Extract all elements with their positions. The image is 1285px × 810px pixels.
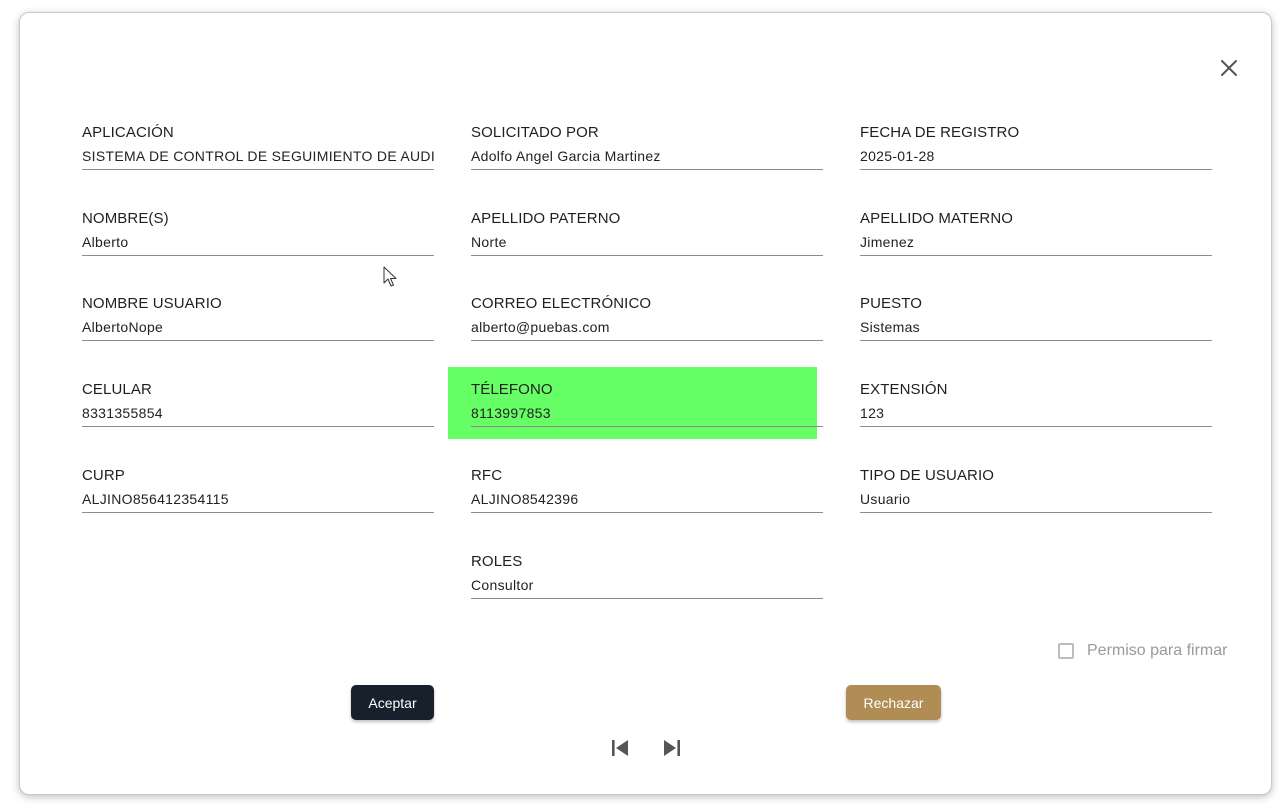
solicitado-por-field[interactable]: SOLICITADO POR Adolfo Angel Garcia Marti… (471, 124, 823, 170)
puesto-value: Sistemas (860, 319, 920, 335)
extension-value: 123 (860, 405, 885, 421)
rfc-value: ALJINO8542396 (471, 491, 579, 507)
user-request-dialog: APLICACIÓN SISTEMA DE CONTROL DE SEGUIMI… (19, 12, 1272, 795)
fecha-registro-label: FECHA DE REGISTRO (860, 124, 1020, 141)
curp-label: CURP (82, 467, 125, 484)
nombre-usuario-label: NOMBRE USUARIO (82, 295, 222, 312)
permiso-firmar-control[interactable]: Permiso para firmar (1058, 641, 1227, 661)
tipo-usuario-value: Usuario (860, 491, 911, 507)
celular-label: CELULAR (82, 381, 152, 398)
curp-value: ALJINO856412354115 (82, 491, 229, 507)
puesto-label: PUESTO (860, 295, 923, 312)
skip-previous-icon[interactable] (608, 736, 632, 760)
apellido-materno-field[interactable]: APELLIDO MATERNO Jimenez (860, 210, 1212, 256)
aplicacion-label: APLICACIÓN (82, 124, 174, 141)
telefono-field[interactable]: TÉLEFONO 8113997853 (471, 381, 823, 427)
apellido-materno-value: Jimenez (860, 234, 915, 250)
correo-value: alberto@puebas.com (471, 319, 610, 335)
apellido-paterno-label: APELLIDO PATERNO (471, 210, 621, 227)
telefono-value: 8113997853 (471, 405, 551, 421)
puesto-field[interactable]: PUESTO Sistemas (860, 295, 1212, 341)
permiso-firmar-label: Permiso para firmar (1087, 642, 1228, 659)
aplicacion-value: SISTEMA DE CONTROL DE SEGUIMIENTO DE AUD… (82, 148, 434, 164)
solicitado-por-label: SOLICITADO POR (471, 124, 599, 141)
nombre-usuario-field[interactable]: NOMBRE USUARIO AlbertoNope (82, 295, 434, 341)
celular-field[interactable]: CELULAR 8331355854 (82, 381, 434, 427)
roles-label: ROLES (471, 553, 523, 570)
curp-field[interactable]: CURP ALJINO856412354115 (82, 467, 434, 513)
permiso-firmar-checkbox[interactable] (1058, 643, 1074, 659)
fecha-registro-field[interactable]: FECHA DE REGISTRO 2025-01-28 (860, 124, 1212, 170)
roles-field[interactable]: ROLES Consultor (471, 553, 823, 599)
rfc-field[interactable]: RFC ALJINO8542396 (471, 467, 823, 513)
rechazar-button[interactable]: Rechazar (846, 685, 941, 720)
telefono-label: TÉLEFONO (471, 381, 553, 398)
solicitado-por-value: Adolfo Angel Garcia Martinez (471, 148, 661, 164)
correo-field[interactable]: CORREO ELECTRÓNICO alberto@puebas.com (471, 295, 823, 341)
close-icon[interactable] (1219, 58, 1239, 78)
mouse-cursor-icon (383, 266, 397, 287)
correo-label: CORREO ELECTRÓNICO (471, 295, 652, 312)
nombre-usuario-value: AlbertoNope (82, 319, 164, 335)
apellido-paterno-value: Norte (471, 234, 507, 250)
celular-value: 8331355854 (82, 405, 163, 421)
tipo-usuario-field[interactable]: TIPO DE USUARIO Usuario (860, 467, 1212, 513)
extension-label: EXTENSIÓN (860, 381, 948, 398)
apellido-paterno-field[interactable]: APELLIDO PATERNO Norte (471, 210, 823, 256)
tipo-usuario-label: TIPO DE USUARIO (860, 467, 995, 484)
apellido-materno-label: APELLIDO MATERNO (860, 210, 1014, 227)
fecha-registro-value: 2025-01-28 (860, 148, 935, 164)
skip-next-icon[interactable] (660, 736, 684, 760)
aceptar-button[interactable]: Aceptar (351, 685, 434, 720)
roles-value: Consultor (471, 577, 534, 593)
nombres-field[interactable]: NOMBRE(S) Alberto (82, 210, 434, 256)
extension-field[interactable]: EXTENSIÓN 123 (860, 381, 1212, 427)
nombres-label: NOMBRE(S) (82, 210, 169, 227)
nombres-value: Alberto (82, 234, 129, 250)
rfc-label: RFC (471, 467, 503, 484)
aplicacion-field[interactable]: APLICACIÓN SISTEMA DE CONTROL DE SEGUIMI… (82, 124, 434, 170)
